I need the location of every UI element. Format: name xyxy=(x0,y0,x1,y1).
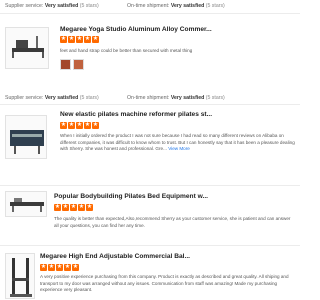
shipment-value: Very satisfied xyxy=(170,3,205,9)
star-rating: ★ ★ ★ ★ ★ xyxy=(54,204,93,211)
shipment-stars: (5 stars) xyxy=(205,3,225,9)
star-icon: ★ xyxy=(72,264,79,271)
view-more-link[interactable]: View More xyxy=(168,146,190,151)
star-icon: ★ xyxy=(60,36,67,43)
product-thumbnail[interactable] xyxy=(5,115,47,159)
supplier-service-stars: (5 stars) xyxy=(79,95,99,101)
supplier-service-value: Very satisfied xyxy=(44,3,79,9)
star-icon: ★ xyxy=(76,122,83,129)
shipment-stars: (5 stars) xyxy=(205,95,225,101)
reformer-machine-image xyxy=(12,36,44,58)
star-icon: ★ xyxy=(48,264,55,271)
star-icon: ★ xyxy=(62,204,69,211)
star-icon: ★ xyxy=(68,122,75,129)
divider xyxy=(0,13,300,14)
star-rating: ★ ★ ★ ★ ★ xyxy=(60,122,99,129)
star-icon: ★ xyxy=(84,36,91,43)
product-thumbnail[interactable] xyxy=(5,191,47,217)
pilates-bed-image xyxy=(10,198,44,212)
shipment-value: Very satisfied xyxy=(170,95,205,101)
review-photo[interactable] xyxy=(73,59,84,70)
review-photo[interactable] xyxy=(60,59,71,70)
supplier-service-stars: (5 stars) xyxy=(79,3,99,9)
star-icon: ★ xyxy=(78,204,85,211)
star-icon: ★ xyxy=(70,204,77,211)
product-title-link[interactable]: Popular Bodybuilding Pilates Bed Equipme… xyxy=(54,193,294,200)
shipment-group: On-time shipment: Very satisfied (5 star… xyxy=(127,3,225,9)
rating-summary: Supplier service: Very satisfied (5 star… xyxy=(5,95,225,101)
star-icon: ★ xyxy=(56,264,63,271)
star-icon: ★ xyxy=(92,36,99,43)
shipment-label: On-time shipment: xyxy=(127,95,170,101)
star-icon: ★ xyxy=(60,122,67,129)
star-icon: ★ xyxy=(54,204,61,211)
supplier-service-label: Supplier service: xyxy=(5,3,44,9)
star-icon: ★ xyxy=(92,122,99,129)
product-title-link[interactable]: Megaree High End Adjustable Commercial B… xyxy=(40,253,295,260)
divider xyxy=(0,104,300,105)
star-rating: ★ ★ ★ ★ ★ xyxy=(60,36,99,43)
review-text: feet and hand strap could be better than… xyxy=(60,48,193,53)
review-text: A very positive experience purchasing fr… xyxy=(40,274,289,293)
product-thumbnail[interactable] xyxy=(5,253,35,299)
star-icon: ★ xyxy=(76,36,83,43)
star-icon: ★ xyxy=(86,204,93,211)
product-title-link[interactable]: New elastic pilates machine reformer pil… xyxy=(60,111,295,118)
star-icon: ★ xyxy=(68,36,75,43)
divider xyxy=(0,185,300,186)
product-title-link[interactable]: Megaree Yoga Studio Aluminum Alloy Comme… xyxy=(60,26,295,33)
review-text: When I initially ordered the product I w… xyxy=(60,133,295,153)
shipment-group: On-time shipment: Very satisfied (5 star… xyxy=(127,95,225,101)
review-text: The quality is better than expected,Also… xyxy=(54,216,291,228)
product-thumbnail[interactable] xyxy=(5,27,49,69)
star-icon: ★ xyxy=(40,264,47,271)
supplier-service-label: Supplier service: xyxy=(5,95,44,101)
reformer-machine-image xyxy=(10,130,44,154)
star-rating: ★ ★ ★ ★ ★ xyxy=(40,264,79,271)
shipment-label: On-time shipment: xyxy=(127,3,170,9)
rating-summary-top: Supplier service: Very satisfied (5 star… xyxy=(5,3,225,9)
balance-machine-image xyxy=(10,258,32,297)
star-icon: ★ xyxy=(64,264,71,271)
divider xyxy=(0,245,300,246)
star-icon: ★ xyxy=(84,122,91,129)
supplier-service-value: Very satisfied xyxy=(44,95,79,101)
